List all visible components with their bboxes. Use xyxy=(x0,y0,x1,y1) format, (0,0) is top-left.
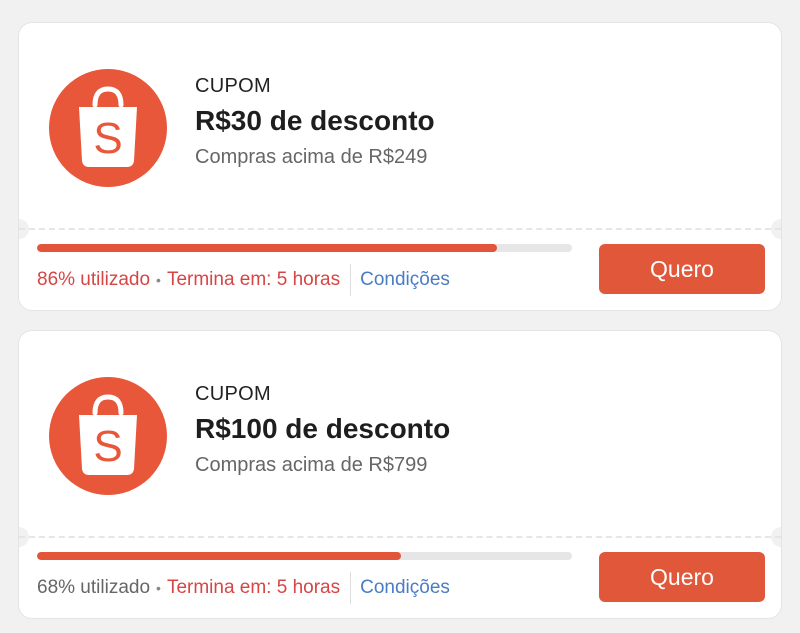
usage-progress-fill xyxy=(37,552,401,560)
svg-text:S: S xyxy=(93,114,122,163)
coupon-card: S CUPOM R$100 de desconto Compras acima … xyxy=(18,330,782,619)
conditions-link[interactable]: Condições xyxy=(360,269,450,291)
claim-coupon-button[interactable]: Quero xyxy=(599,552,765,602)
conditions-link[interactable]: Condições xyxy=(360,577,450,599)
expiry-text: Termina em: 5 horas xyxy=(166,269,341,290)
claim-coupon-button[interactable]: Quero xyxy=(599,244,765,294)
bullet-separator: • xyxy=(156,580,161,596)
dashed-divider xyxy=(19,536,781,538)
usage-text: 68% utilizado xyxy=(37,577,151,598)
usage-progress-bar xyxy=(37,552,572,560)
coupon-meta: 68% utilizado • Termina em: 5 horas Cond… xyxy=(37,572,450,604)
coupon-title: R$100 de desconto xyxy=(195,413,451,444)
vertical-divider xyxy=(350,572,352,604)
expiry-text: Termina em: 5 horas xyxy=(166,577,341,598)
shopee-bag-icon: S xyxy=(49,377,167,495)
coupon-min-purchase: Compras acima de R$249 xyxy=(195,146,428,168)
coupon-label: CUPOM xyxy=(195,383,271,405)
svg-text:S: S xyxy=(93,422,122,471)
coupon-title: R$30 de desconto xyxy=(195,105,435,136)
usage-progress-bar xyxy=(37,244,572,252)
coupon-meta: 86% utilizado • Termina em: 5 horas Cond… xyxy=(37,264,450,296)
bullet-separator: • xyxy=(156,272,161,288)
dashed-divider xyxy=(19,228,781,230)
shopee-bag-icon: S xyxy=(49,69,167,187)
usage-progress-fill xyxy=(37,244,498,252)
coupon-min-purchase: Compras acima de R$799 xyxy=(195,454,428,476)
coupon-label: CUPOM xyxy=(195,75,271,97)
usage-text: 86% utilizado xyxy=(37,269,151,290)
vertical-divider xyxy=(350,264,352,296)
coupon-card: S CUPOM R$30 de desconto Compras acima d… xyxy=(18,22,782,311)
